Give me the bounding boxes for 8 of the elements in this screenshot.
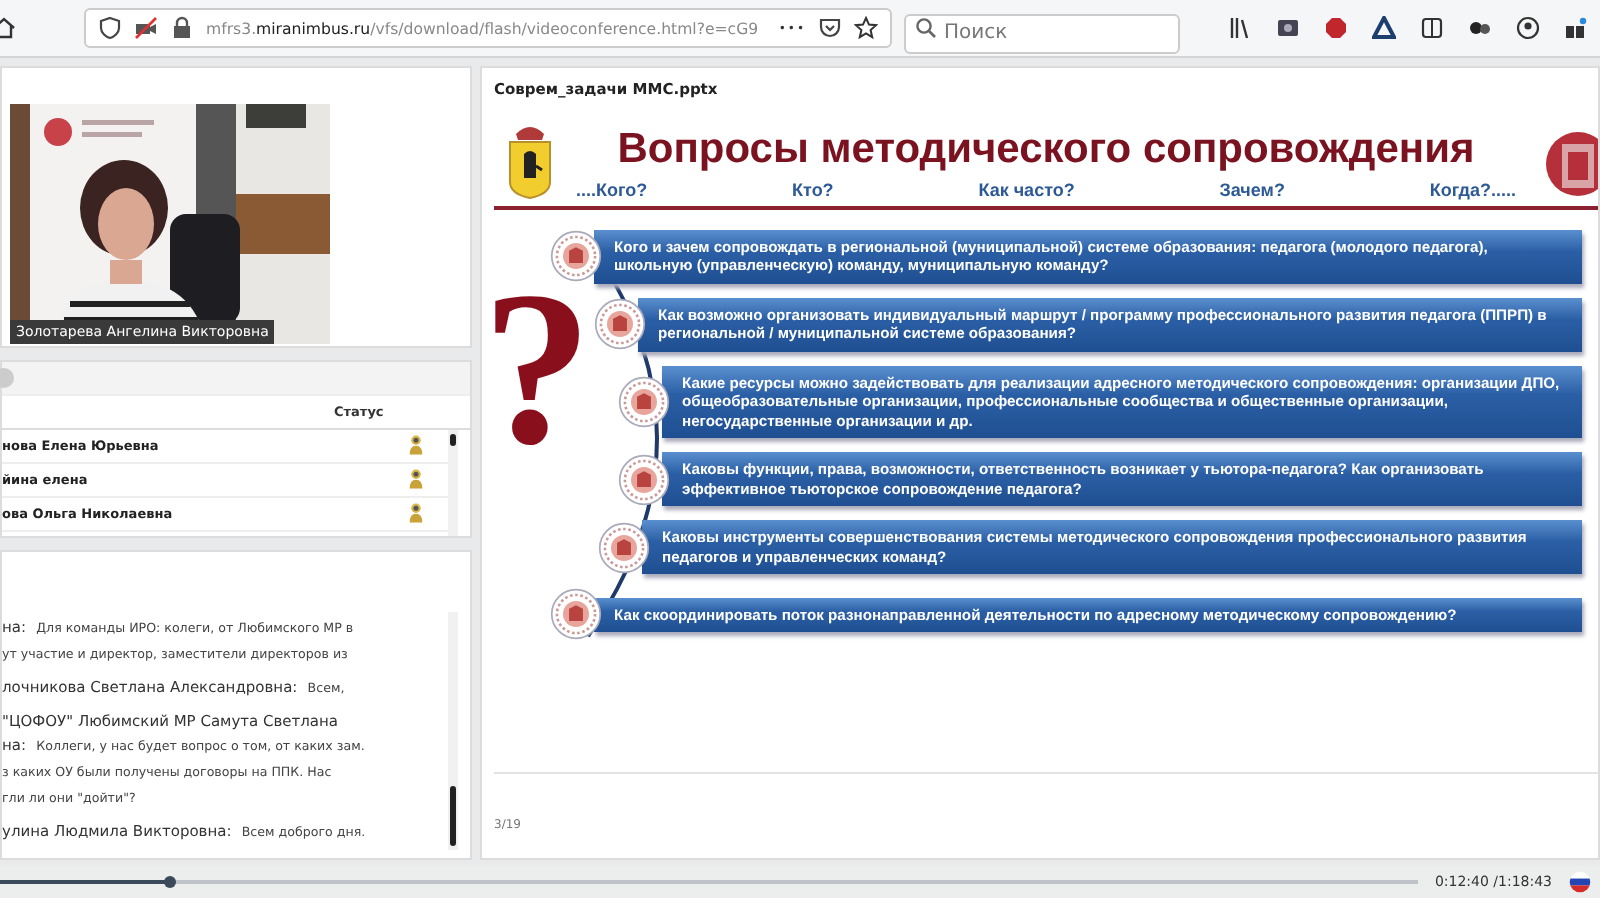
slide-subtitle: Как часто? <box>978 179 1075 199</box>
question-mark: ? <box>482 258 592 478</box>
slide-subtitle: ....Кого? <box>576 179 648 199</box>
slide-subtitle: Кто? <box>792 179 834 199</box>
slide-subtitle: Зачем? <box>1219 179 1285 199</box>
slide-title: Вопросы методического сопровождения <box>617 125 1475 173</box>
slide-subtitle: Когда?..... <box>1429 179 1516 199</box>
search-field[interactable]: Поиск <box>904 13 1180 53</box>
